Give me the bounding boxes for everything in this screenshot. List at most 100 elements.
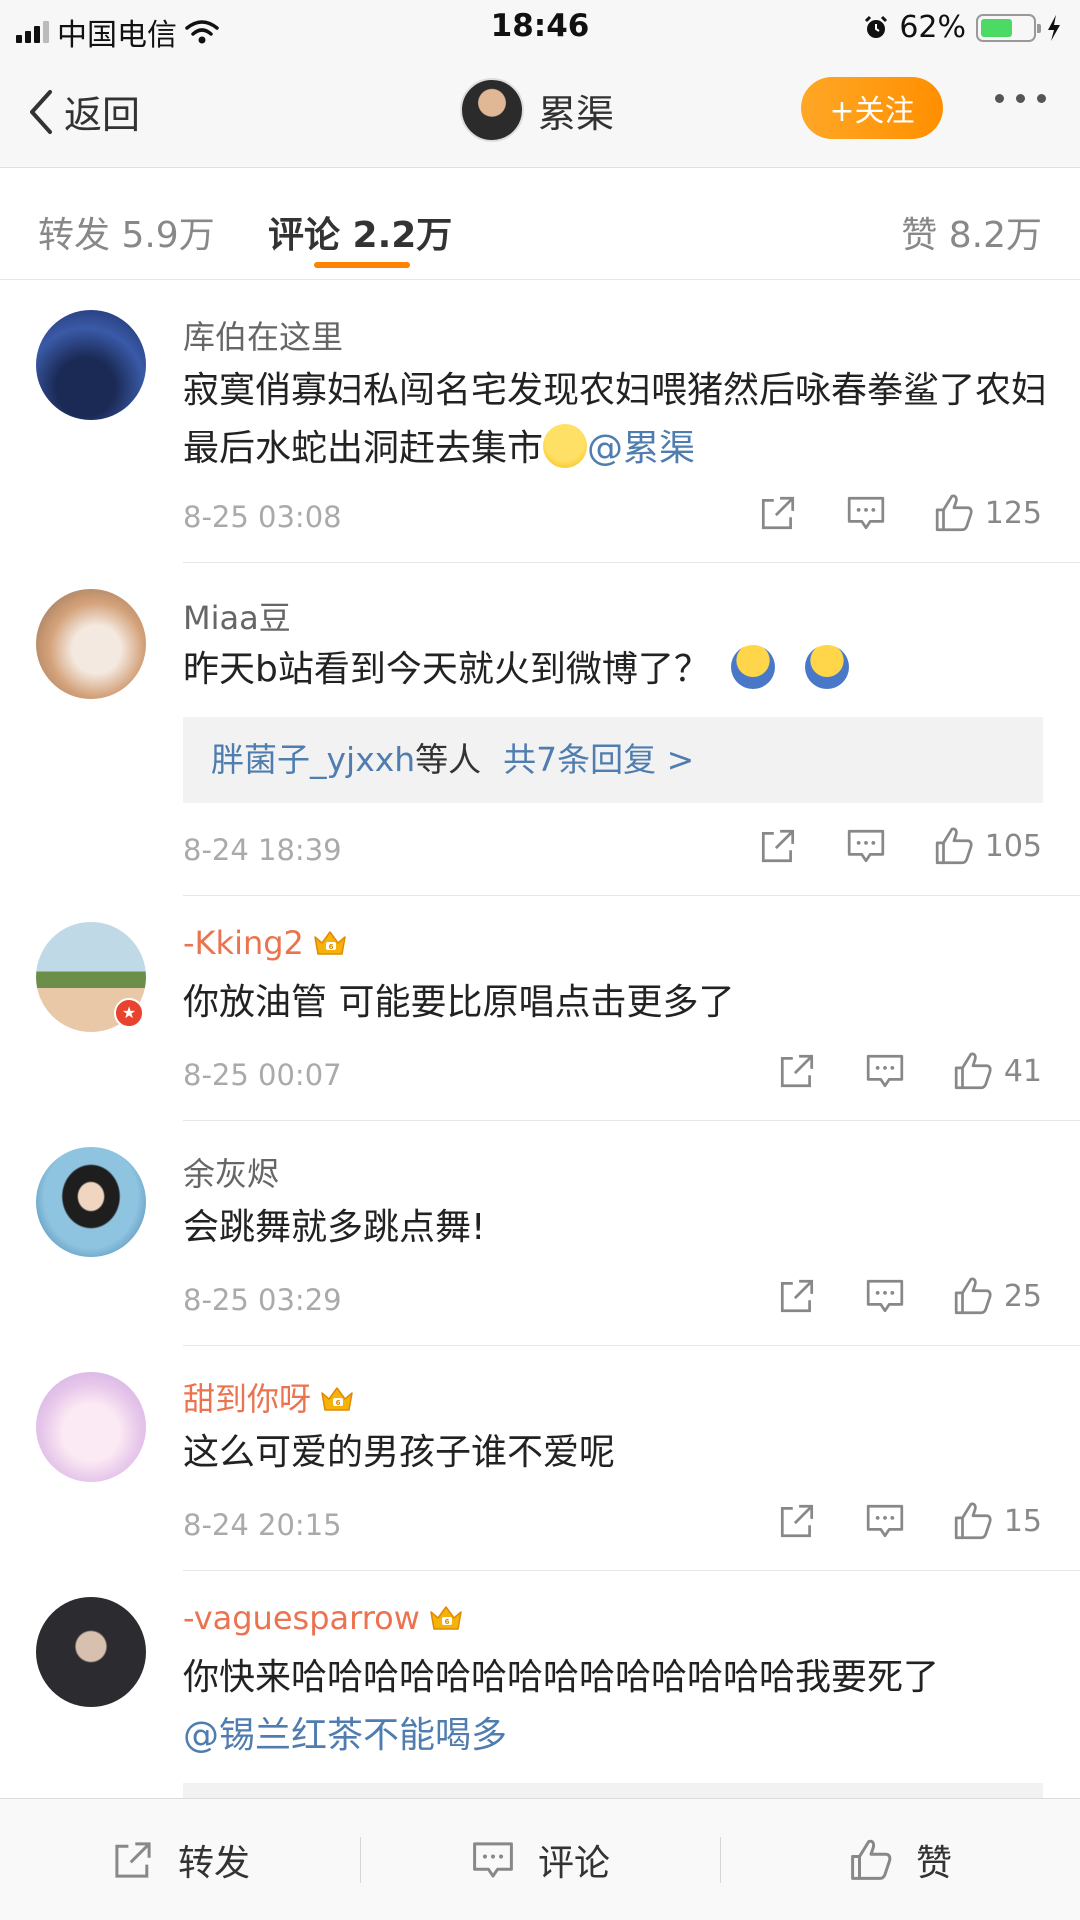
nav-user[interactable]: 累渠 bbox=[460, 78, 614, 142]
share-icon bbox=[776, 1500, 818, 1542]
reply-names[interactable]: 胖菌子_yjxxh bbox=[211, 740, 415, 779]
crown-icon bbox=[428, 1603, 464, 1633]
commenter-name[interactable]: Miaa豆 bbox=[183, 593, 291, 639]
battery-percent: 62% bbox=[899, 10, 966, 45]
tab-comments[interactable]: 评论 2.2万 bbox=[268, 206, 452, 258]
share-button[interactable] bbox=[776, 1500, 818, 1542]
commenter-name[interactable]: -Kking2 bbox=[183, 924, 348, 962]
like-button[interactable]: 25 bbox=[952, 1275, 1042, 1317]
comment-text: 这么可爱的男孩子谁不爱呢 bbox=[183, 1432, 616, 1473]
comment-icon bbox=[864, 1500, 906, 1542]
like-count: 15 bbox=[1003, 1503, 1042, 1539]
repost-label: 转发 bbox=[178, 1843, 251, 1884]
verified-badge-icon: ★ bbox=[114, 998, 144, 1028]
commenter-avatar[interactable] bbox=[36, 310, 146, 420]
like-icon bbox=[952, 1275, 994, 1317]
comment-time: 8-25 03:08 bbox=[183, 500, 342, 534]
comment-text: 会跳舞就多跳点舞! bbox=[183, 1207, 486, 1248]
active-tab-indicator bbox=[314, 262, 410, 268]
comment-icon bbox=[845, 825, 887, 867]
divider bbox=[360, 1837, 361, 1883]
comment-button[interactable]: 评论 bbox=[470, 1799, 610, 1920]
reply-button[interactable] bbox=[864, 1050, 906, 1092]
reply-suffix: 等人 bbox=[415, 740, 482, 779]
mention-link[interactable]: @累渠 bbox=[587, 428, 695, 469]
commenter-name-text: -Kking2 bbox=[183, 924, 304, 962]
follow-button[interactable]: +关注 bbox=[801, 77, 943, 139]
reply-button[interactable] bbox=[845, 492, 887, 534]
comment-icon bbox=[470, 1837, 516, 1883]
nav-bar: 返回 累渠 +关注 bbox=[0, 54, 1080, 168]
share-icon bbox=[757, 825, 799, 867]
battery-icon bbox=[976, 13, 1041, 42]
comment-text: 昨天b站看到今天就火到微博了？ bbox=[183, 641, 1053, 699]
reply-more-link[interactable]: 共7条回复 > bbox=[503, 740, 694, 779]
mention-link[interactable]: @锡兰红茶不能喝多 bbox=[183, 1715, 507, 1756]
share-button[interactable] bbox=[776, 1275, 818, 1317]
comment-actions: 105 bbox=[757, 825, 1042, 867]
back-label: 返回 bbox=[64, 93, 141, 137]
grin-emoji-icon bbox=[543, 424, 588, 468]
repost-button[interactable]: 转发 bbox=[110, 1799, 250, 1920]
tab-likes[interactable]: 赞 8.2万 bbox=[901, 206, 1042, 258]
like-button[interactable]: 125 bbox=[933, 492, 1042, 534]
commenter-avatar[interactable] bbox=[36, 589, 146, 699]
share-button[interactable] bbox=[776, 1050, 818, 1092]
like-count: 105 bbox=[984, 828, 1042, 864]
comment-icon bbox=[864, 1050, 906, 1092]
comment-actions: 25 bbox=[776, 1275, 1042, 1317]
commenter-avatar[interactable] bbox=[36, 1597, 146, 1707]
comment-time: 8-25 00:07 bbox=[183, 1058, 342, 1092]
share-icon bbox=[776, 1050, 818, 1092]
comment-body: 你快来哈哈哈哈哈哈哈哈哈哈哈哈哈哈我要死了 bbox=[183, 1657, 940, 1698]
tab-repost[interactable]: 转发 5.9万 bbox=[38, 206, 215, 258]
commenter-avatar[interactable] bbox=[36, 1147, 146, 1257]
comment-text: 你放油管 可能要比原唱点击更多了 bbox=[183, 982, 735, 1023]
reply-button[interactable] bbox=[864, 1500, 906, 1542]
like-icon bbox=[952, 1050, 994, 1092]
divider bbox=[183, 1345, 1080, 1346]
like-button[interactable]: 105 bbox=[933, 825, 1042, 867]
share-button[interactable] bbox=[757, 492, 799, 534]
like-icon bbox=[933, 492, 975, 534]
like-icon bbox=[933, 825, 975, 867]
back-button[interactable]: 返回 bbox=[26, 84, 140, 139]
crown-icon bbox=[319, 1384, 355, 1414]
comment-time: 8-24 20:15 bbox=[183, 1508, 342, 1542]
like-count: 41 bbox=[1003, 1053, 1042, 1089]
commenter-name[interactable]: -vaguesparrow bbox=[183, 1599, 464, 1637]
reply-button[interactable] bbox=[864, 1275, 906, 1317]
commenter-name[interactable]: 余灰烬 bbox=[183, 1149, 279, 1195]
comment-text: 寂寞俏寡妇私闯名宅发现农妇喂猪然后咏春拳鲨了农妇最后水蛇出洞赶去集市 @累渠 bbox=[183, 362, 1053, 478]
like-button[interactable]: 15 bbox=[952, 1500, 1042, 1542]
commenter-avatar[interactable] bbox=[36, 1372, 146, 1482]
like-button[interactable]: 赞 bbox=[848, 1799, 952, 1920]
reply-preview[interactable]: 胖菌子_yjxxh等人 共7条回复 > bbox=[183, 717, 1043, 803]
more-icon[interactable] bbox=[995, 94, 1046, 103]
commenter-name[interactable]: 库伯在这里 bbox=[183, 312, 343, 358]
divider bbox=[183, 1120, 1080, 1121]
divider bbox=[183, 562, 1080, 563]
comment-label: 评论 bbox=[538, 1843, 611, 1884]
like-icon bbox=[848, 1837, 894, 1883]
charging-icon bbox=[1048, 14, 1060, 41]
reply-button[interactable] bbox=[845, 825, 887, 867]
like-label: 赞 bbox=[916, 1843, 953, 1884]
divider bbox=[183, 1570, 1080, 1571]
share-icon bbox=[776, 1275, 818, 1317]
divider bbox=[183, 895, 1080, 896]
comment-actions: 15 bbox=[776, 1500, 1042, 1542]
chevron-left-icon bbox=[30, 89, 52, 134]
like-icon bbox=[952, 1500, 994, 1542]
share-button[interactable] bbox=[757, 825, 799, 867]
commenter-name[interactable]: 甜到你呀 bbox=[183, 1374, 355, 1420]
status-right: 62% bbox=[863, 10, 1062, 45]
commenter-name-text: 甜到你呀 bbox=[183, 1380, 312, 1418]
comment-text: 你快来哈哈哈哈哈哈哈哈哈哈哈哈哈哈我要死了 @锡兰红茶不能喝多 bbox=[183, 1649, 1053, 1765]
user-avatar[interactable] bbox=[460, 78, 524, 142]
divider bbox=[720, 1837, 721, 1883]
like-count: 125 bbox=[984, 495, 1042, 531]
comment-icon bbox=[845, 492, 887, 534]
comment-icon bbox=[864, 1275, 906, 1317]
like-button[interactable]: 41 bbox=[952, 1050, 1042, 1092]
